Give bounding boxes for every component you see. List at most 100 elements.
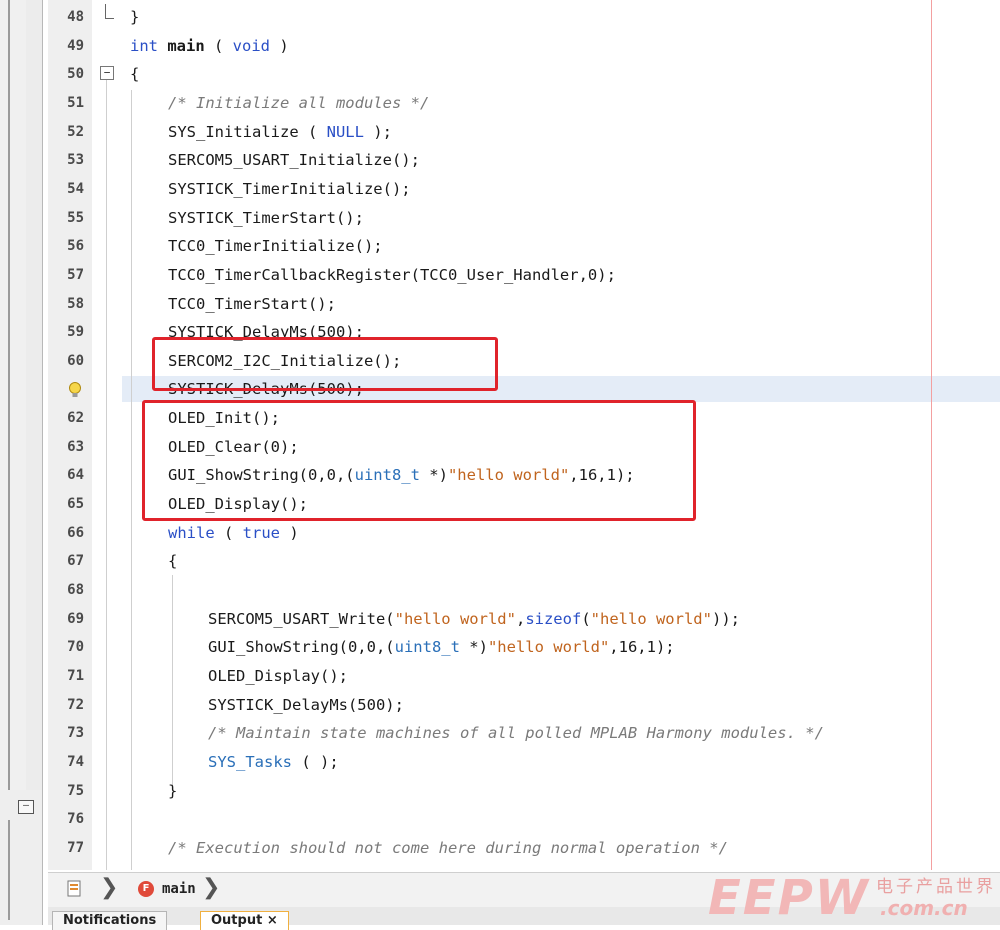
- code-line[interactable]: 72 SYSTICK_DelayMs(500);: [0, 691, 1000, 719]
- code-token: "hello world": [394, 609, 516, 628]
- code-line[interactable]: 53 SERCOM5_USART_Initialize();: [0, 146, 1000, 174]
- line-number: 76: [67, 811, 84, 828]
- code-line[interactable]: 66 while ( true ): [0, 519, 1000, 547]
- code-token: SYSTICK_DelayMs(500);: [208, 695, 404, 714]
- line-number: 52: [67, 123, 84, 140]
- code-token: (: [214, 523, 243, 542]
- code-line[interactable]: 73 /* Maintain state machines of all poll…: [0, 719, 1000, 747]
- watermark-chinese: 电子产品世界: [876, 877, 996, 897]
- code-token: int: [130, 36, 158, 55]
- line-number: 68: [67, 582, 84, 598]
- code-line[interactable]: 77 /* Execution should not come here duri…: [0, 834, 1000, 862]
- code-line[interactable]: 56 TCC0_TimerInitialize();: [0, 232, 1000, 260]
- code-text: GUI_ShowString(0,0,(uint8_t *)"hello wor…: [208, 633, 675, 661]
- code-token: SERCOM5_USART_Initialize();: [168, 151, 420, 170]
- code-line[interactable]: 52 SYS_Initialize ( NULL );: [0, 118, 1000, 146]
- code-line[interactable]: 70 GUI_ShowString(0,0,(uint8_t *)"hello w…: [0, 633, 1000, 661]
- code-token: *): [459, 638, 488, 657]
- code-token: ,: [515, 609, 526, 628]
- line-number: 62: [67, 410, 84, 427]
- code-token: TCC0_TimerStart();: [168, 294, 336, 313]
- chevron-right-icon: ❯: [100, 875, 119, 900]
- line-number: 53: [67, 152, 84, 169]
- highlight-box-i2c-init: [152, 337, 498, 391]
- code-line[interactable]: 67 {: [0, 547, 1000, 575]
- code-text: TCC0_TimerInitialize();: [168, 232, 383, 260]
- code-token: (: [581, 609, 591, 628]
- code-line[interactable]: 60 SERCOM2_I2C_Initialize();: [0, 347, 1000, 375]
- code-text: SYS_Initialize ( NULL );: [168, 118, 392, 146]
- line-number: 51: [67, 94, 84, 111]
- line-number: 65: [67, 496, 84, 513]
- code-line[interactable]: 76: [0, 805, 1000, 833]
- code-text: SYS_Tasks ( );: [208, 748, 339, 776]
- code-token: {: [168, 552, 178, 571]
- code-line[interactable]: 50 {: [0, 60, 1000, 88]
- code-text: /* Execution should not come here during…: [168, 834, 728, 862]
- line-number: 71: [67, 667, 84, 684]
- code-token: SYS_Tasks: [208, 752, 292, 771]
- code-token: uint8_t: [394, 638, 460, 657]
- code-line[interactable]: 71 OLED_Display();: [0, 662, 1000, 690]
- code-text: {: [168, 547, 177, 575]
- code-token: /* Initialize all modules */: [168, 93, 430, 112]
- line-number: 48: [67, 9, 84, 25]
- code-token: "hello world": [487, 638, 610, 657]
- code-token: "hello world": [590, 609, 712, 628]
- code-token: );: [363, 122, 392, 141]
- code-token: /* Execution should not come here during…: [168, 838, 728, 857]
- code-token: TCC0_TimerInitialize();: [168, 237, 383, 256]
- code-line[interactable]: 69 SERCOM5_USART_Write("hello world",size…: [0, 605, 1000, 633]
- code-token: OLED_Display();: [208, 666, 348, 685]
- code-text: {: [130, 60, 139, 88]
- code-text: while ( true ): [168, 519, 299, 547]
- code-line[interactable]: 51 /* Initialize all modules */: [0, 89, 1000, 117]
- code-token: /* Maintain state machines of all polled…: [208, 724, 824, 743]
- code-token: GUI_ShowString(0,0,(: [208, 638, 395, 657]
- tab-notifications[interactable]: Notifications: [52, 911, 168, 930]
- code-token: SERCOM5_USART_Write(: [208, 609, 395, 628]
- code-token: main: [167, 36, 205, 55]
- code-token: true: [242, 523, 280, 542]
- line-number: 69: [67, 610, 84, 627]
- line-number: 67: [67, 553, 84, 570]
- code-token: {: [130, 65, 140, 84]
- tab-output[interactable]: Output ×: [200, 911, 289, 930]
- code-token: void: [232, 36, 270, 55]
- code-text: SERCOM5_USART_Write("hello world",sizeof…: [208, 605, 740, 633]
- code-token: sizeof: [525, 609, 582, 628]
- watermark-logo: EEPW 电子产品世界 .com.cn: [708, 870, 1000, 926]
- code-line[interactable]: 49 int main ( void ): [0, 32, 1000, 60]
- code-line[interactable]: 74 SYS_Tasks ( );: [0, 748, 1000, 776]
- file-icon[interactable]: [66, 880, 84, 898]
- code-line[interactable]: 48}: [0, 3, 1000, 31]
- code-line[interactable]: 58 TCC0_TimerStart();: [0, 290, 1000, 318]
- code-text: SYSTICK_TimerStart();: [168, 204, 364, 232]
- line-number: 59: [67, 324, 84, 341]
- code-text: OLED_Display();: [208, 662, 348, 690]
- code-text: SYSTICK_TimerInitialize();: [168, 175, 411, 203]
- code-token: TCC0_TimerCallbackRegister(TCC0_User_Han…: [168, 265, 616, 284]
- code-token: ));: [711, 609, 740, 628]
- breadcrumb-function-main[interactable]: main: [162, 881, 196, 897]
- code-line[interactable]: 68: [0, 576, 1000, 604]
- line-number: 63: [67, 438, 84, 455]
- code-line[interactable]: 57 TCC0_TimerCallbackRegister(TCC0_User_H…: [0, 261, 1000, 289]
- code-text: /* Maintain state machines of all polled…: [208, 719, 824, 747]
- chevron-right-icon: ❯: [202, 875, 221, 900]
- highlight-box-oled-calls: [142, 400, 696, 521]
- code-token: SYS_Initialize (: [168, 122, 327, 141]
- code-line[interactable]: 55 SYSTICK_TimerStart();: [0, 204, 1000, 232]
- code-token: ): [270, 36, 289, 55]
- line-number: 49: [67, 37, 84, 54]
- code-text: }: [168, 777, 177, 805]
- line-number: 66: [67, 524, 84, 541]
- code-line[interactable]: 75}: [0, 777, 1000, 805]
- code-token: ( );: [292, 752, 339, 771]
- code-line[interactable]: 54 SYSTICK_TimerInitialize();: [0, 175, 1000, 203]
- code-line[interactable]: 59 SYSTICK_DelayMs(500);: [0, 318, 1000, 346]
- line-number: 55: [67, 209, 84, 226]
- watermark-brand: EEPW: [708, 870, 870, 926]
- line-number: 58: [67, 295, 84, 312]
